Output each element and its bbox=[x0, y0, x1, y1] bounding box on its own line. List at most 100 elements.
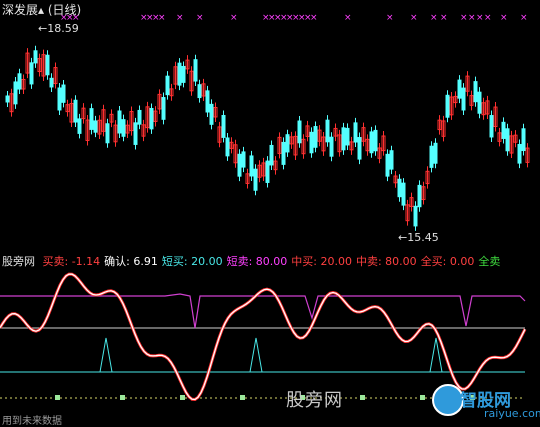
candle-body bbox=[57, 87, 62, 111]
candle-body bbox=[521, 128, 526, 152]
candle-body bbox=[13, 81, 18, 105]
candle-body bbox=[413, 205, 418, 227]
candle-body bbox=[89, 108, 94, 130]
high-price-label: ←18.59 bbox=[38, 22, 79, 35]
candle-body bbox=[401, 182, 406, 206]
candle-body bbox=[29, 62, 34, 85]
buy-signal-marker bbox=[120, 395, 125, 400]
candle-body bbox=[281, 141, 286, 165]
candle-body bbox=[209, 103, 214, 125]
oscillator-red-line bbox=[0, 272, 527, 402]
candle-body bbox=[225, 137, 230, 157]
candle-body bbox=[329, 136, 334, 157]
signal-marker: × bbox=[158, 13, 166, 23]
candle-body bbox=[517, 143, 522, 164]
candle-body bbox=[385, 153, 390, 177]
low-price-label: ←15.45 bbox=[398, 231, 439, 244]
signal-marker: × bbox=[196, 13, 204, 23]
candle-body bbox=[457, 79, 462, 99]
candle-body bbox=[61, 84, 66, 103]
buy-signal-marker bbox=[180, 395, 185, 400]
candle-body bbox=[237, 153, 242, 177]
candle-body bbox=[181, 65, 186, 83]
candle-body bbox=[177, 62, 182, 86]
signal-markers: ××× ×××× × × × ××××××××× × × × × × × × × × × × bbox=[60, 13, 528, 23]
candle-body bbox=[5, 95, 10, 103]
candle-body bbox=[77, 118, 82, 134]
candle-body bbox=[221, 114, 226, 138]
candle-body bbox=[489, 115, 494, 138]
candle-body bbox=[193, 59, 198, 82]
signal-marker: × bbox=[500, 13, 508, 23]
candle-body bbox=[501, 121, 506, 139]
candle-body bbox=[149, 107, 154, 130]
candle-body bbox=[249, 155, 254, 177]
candle-body bbox=[269, 144, 274, 166]
candle-body bbox=[357, 137, 362, 160]
candle-body bbox=[17, 73, 22, 90]
candle-body bbox=[341, 127, 346, 151]
candle-body bbox=[197, 84, 202, 99]
signal-marker: × bbox=[176, 13, 184, 23]
candle-body bbox=[297, 120, 302, 144]
buy-signal-marker bbox=[360, 395, 365, 400]
candle-body bbox=[45, 54, 50, 76]
signal-marker: × bbox=[230, 13, 238, 23]
short-sell-line bbox=[0, 293, 526, 329]
candle-body bbox=[121, 119, 126, 137]
candle-body bbox=[473, 81, 478, 103]
footer-note: 用到未来数据 bbox=[2, 416, 62, 427]
candle-body bbox=[389, 150, 394, 170]
candle-body bbox=[265, 160, 270, 183]
candle-body bbox=[105, 123, 110, 144]
candle-body bbox=[345, 127, 350, 146]
candle-body bbox=[205, 90, 210, 113]
candle-body bbox=[373, 129, 378, 152]
indicator-lines bbox=[0, 272, 527, 402]
candle-body bbox=[241, 151, 246, 168]
candle-body bbox=[417, 184, 422, 208]
signal-marker: × bbox=[468, 13, 476, 23]
candle-body bbox=[313, 126, 318, 148]
candle-body bbox=[369, 131, 374, 154]
candlestick-panel[interactable]: ××× ×××× × × × ××××××××× × × × × × × × × × × × ←18.59 ←1… bbox=[0, 0, 540, 250]
signal-marker: × bbox=[410, 13, 418, 23]
candle-body bbox=[133, 122, 138, 145]
candle-body bbox=[137, 109, 142, 125]
candle-body bbox=[397, 178, 402, 198]
candle-body bbox=[49, 77, 54, 88]
oscillator-white-line bbox=[0, 273, 526, 401]
candle-body bbox=[161, 97, 166, 120]
signal-marker: × bbox=[476, 13, 484, 23]
candle-body bbox=[165, 75, 170, 96]
signal-marker: × bbox=[484, 13, 492, 23]
candle-body bbox=[429, 145, 434, 168]
signal-marker: × bbox=[440, 13, 448, 23]
watermark-left: 股旁网 bbox=[286, 390, 343, 411]
signal-marker: × bbox=[460, 13, 468, 23]
signal-marker: × bbox=[430, 13, 438, 23]
signal-marker: × bbox=[344, 13, 352, 23]
watermark-url: raiyue.com bbox=[484, 407, 540, 420]
candle-body bbox=[285, 134, 290, 153]
candle-body bbox=[253, 168, 258, 191]
candles bbox=[5, 45, 530, 231]
signal-marker: × bbox=[386, 13, 394, 23]
candle-body bbox=[445, 94, 450, 118]
candle-body bbox=[33, 50, 38, 64]
signal-marker: × bbox=[520, 13, 528, 23]
buy-signal-marker bbox=[55, 395, 60, 400]
signal-marker: × bbox=[310, 13, 318, 23]
candle-body bbox=[477, 91, 482, 114]
buy-signal-marker bbox=[420, 395, 425, 400]
candle-body bbox=[461, 87, 466, 111]
candle-body bbox=[309, 131, 314, 154]
candle-body bbox=[433, 142, 438, 164]
candle-body bbox=[73, 99, 78, 123]
candle-body bbox=[353, 122, 358, 143]
buy-signal-marker bbox=[240, 395, 245, 400]
candle-body bbox=[325, 119, 330, 143]
candle-body bbox=[93, 120, 98, 133]
candle-body bbox=[505, 128, 510, 152]
candle-body bbox=[117, 110, 122, 134]
